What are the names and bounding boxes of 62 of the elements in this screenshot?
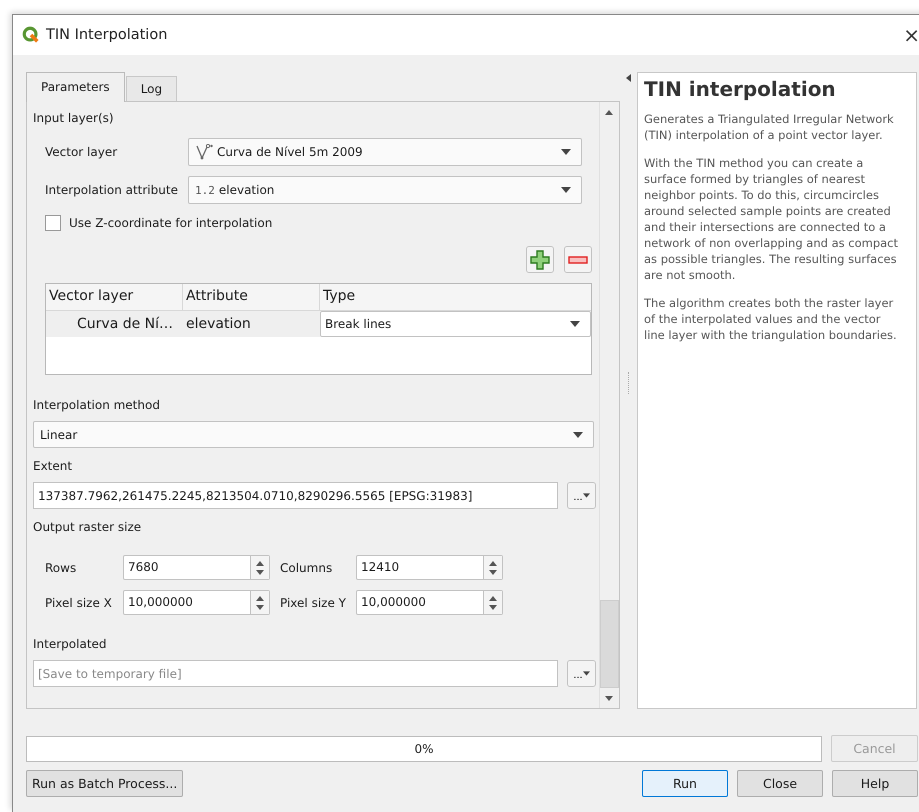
caret-icon [561,149,571,155]
close-button[interactable]: × [903,25,919,45]
text-field[interactable]: [Save to temporary file] [33,660,558,687]
line-layer-icon [195,144,213,160]
section-label: Input layer(s) [33,110,115,126]
stepper-icon[interactable] [483,556,502,579]
stepper-icon[interactable] [250,556,269,579]
help-text: Generates a Triangulated Irregular Network (TIN) interpolation of a point vector layer. [644,111,895,143]
add-button[interactable] [526,246,554,273]
help-text: The algorithm creates both the raster layer of the interpolated values and the vector line layer with the triangulation boundaries. [644,295,898,343]
caret-icon [582,671,590,676]
column-header[interactable]: Type [320,284,591,310]
field-label: Columns [280,560,334,574]
window-title: TIN Interpolation [46,27,168,43]
table-cell: elevation [183,311,320,337]
caret-icon [573,432,583,438]
help-title: TIN interpolation [644,77,837,101]
collapse-arrow-icon[interactable] [626,74,631,82]
browse-button[interactable]: ... [567,482,596,509]
app-logo-icon [22,26,40,44]
spin-box[interactable]: 7680 [123,555,270,580]
field-label: Pixel size X [45,596,113,610]
tab[interactable]: Log [126,76,178,101]
field-label: Interpolation attribute [45,183,179,197]
batch-button[interactable]: Run as Batch Process... [26,770,184,797]
table-cell: Curva de Ní… [46,311,183,337]
help-text: With the TIN method you can create a surface formed by triangles of nearest neighbor points. To do this, circumcircles around selected sample points are created and their intersections are connected to a network of non overlapping and as compact as possible triangles. The resulting surfaces are not smooth. [644,155,900,283]
attribute-dropdown[interactable]: 1.2 elevation [188,176,582,204]
spin-box[interactable]: 12410 [356,555,503,580]
tab[interactable]: Parameters [26,72,125,102]
field-label: Rows [45,560,78,574]
caret-icon [582,493,590,498]
remove-button[interactable] [564,246,592,273]
plus-icon [530,250,550,270]
method-dropdown[interactable]: Linear [33,421,594,448]
column-header[interactable]: Vector layer [46,284,183,310]
dialog-button[interactable]: Close [737,770,823,797]
checkbox-label: Use Z-coordinate for interpolation [69,216,272,230]
stepper-icon[interactable] [483,591,502,614]
text-field[interactable]: 137387.7962,261475.2245,8213504.0710,8290296.5565 [EPSG:31983] [33,482,558,509]
dialog-button[interactable]: Run [642,770,728,797]
field-label: Pixel size Y [280,596,347,610]
section-label: Interpolated [33,636,108,652]
layer-dropdown[interactable]: Curva de Nível 5m 2009 [188,138,582,166]
caret-icon [561,187,571,193]
progress-reading: 0% [414,742,434,756]
section-label: Extent [33,458,74,474]
splitter-handle[interactable] [628,372,630,394]
checkbox[interactable] [45,215,61,231]
dialog-button[interactable]: Help [832,770,918,797]
section-label: Interpolation method [33,397,161,413]
column-header[interactable]: Attribute [183,284,320,310]
stepper-icon[interactable] [250,591,269,614]
browse-button[interactable]: ... [567,660,596,687]
type-dropdown[interactable]: Break lines [320,311,591,337]
scrollbar[interactable] [599,102,619,708]
spin-box[interactable]: 10,000000 [123,590,270,615]
caret-icon [570,321,580,327]
spin-box[interactable]: 10,000000 [356,590,503,615]
field-label: Vector layer [45,145,118,159]
numeric-type-icon: 1.2 [195,184,215,196]
section-label: Output raster size [33,519,142,535]
